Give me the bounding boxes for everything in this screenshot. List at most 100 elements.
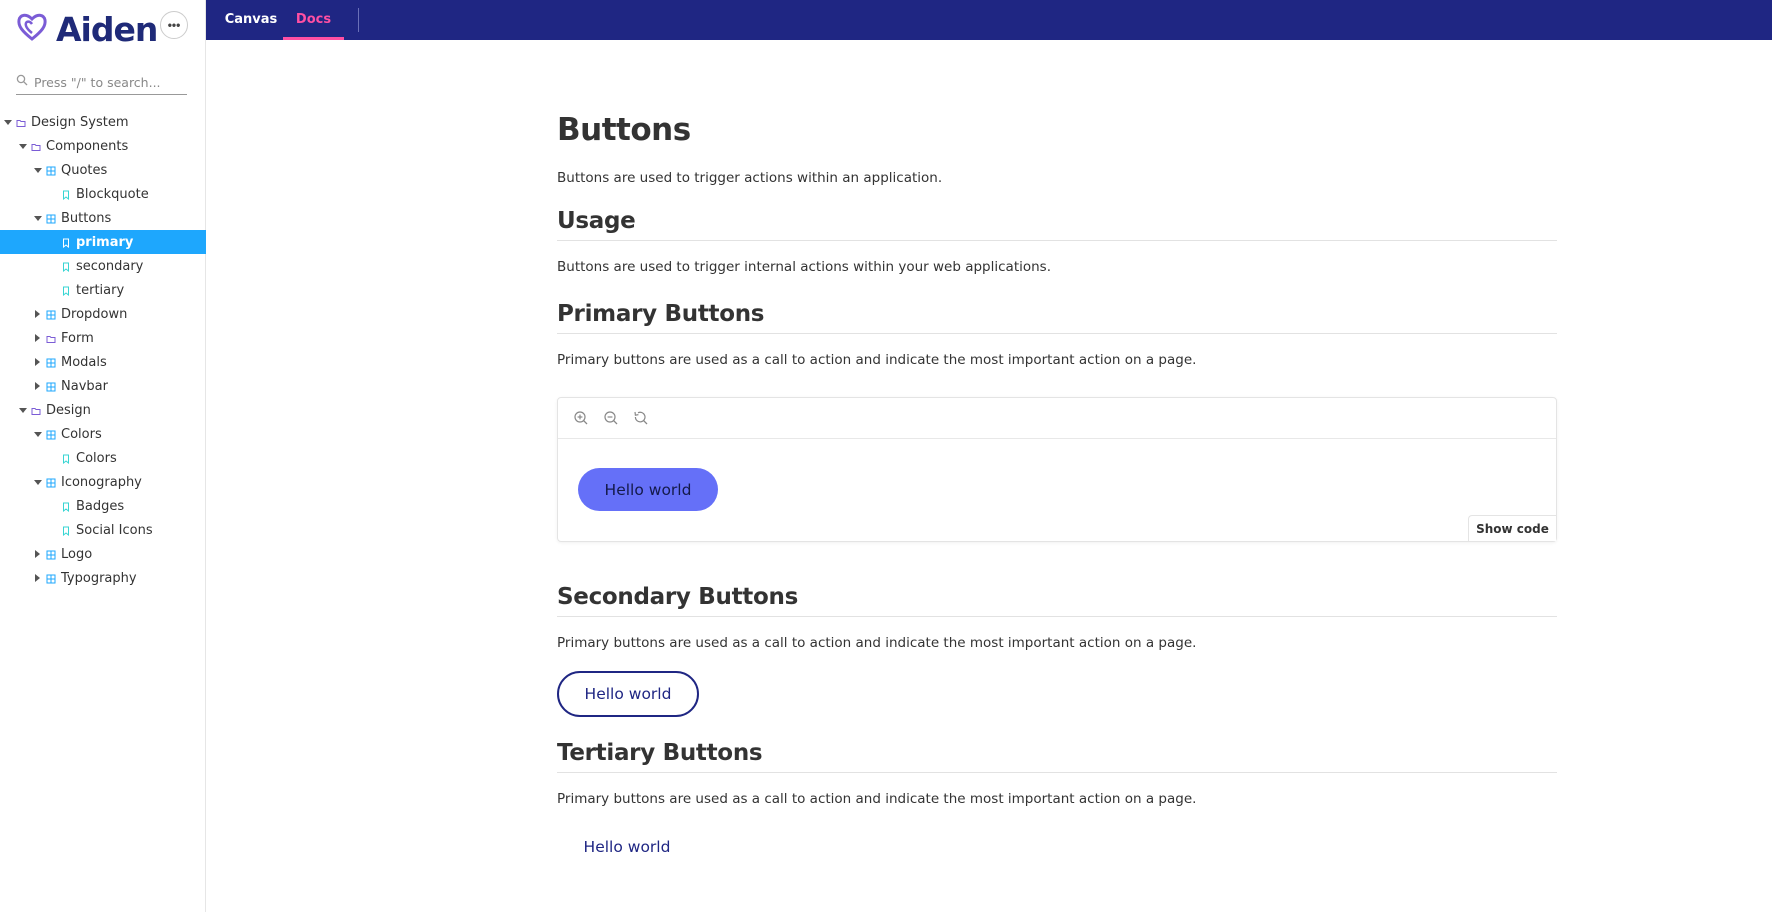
component-icon <box>46 429 56 440</box>
folder-icon <box>16 117 26 127</box>
more-options-button[interactable]: ••• <box>160 11 188 39</box>
caret-right-icon[interactable] <box>35 310 40 318</box>
sidebar-item-components[interactable]: Components <box>0 134 206 158</box>
ellipsis-icon: ••• <box>167 18 181 32</box>
sidebar-item-label: Blockquote <box>76 186 149 202</box>
primary-text: Primary buttons are used as a call to ac… <box>557 352 1197 368</box>
folder-icon <box>31 405 41 415</box>
caret-down-icon[interactable] <box>19 408 27 413</box>
sidebar-item-label: tertiary <box>76 282 125 298</box>
bookmark-icon <box>61 189 71 201</box>
sidebar-item-design-system[interactable]: Design System <box>0 110 206 134</box>
secondary-text: Primary buttons are used as a call to ac… <box>557 635 1197 651</box>
caret-right-icon[interactable] <box>35 550 40 558</box>
sidebar-item-colors[interactable]: Colors <box>0 422 206 446</box>
bookmark-icon <box>61 285 71 297</box>
sidebar-item-label: Form <box>61 330 94 346</box>
secondary-hello-world-button[interactable]: Hello world <box>557 671 699 717</box>
sidebar-item-label: secondary <box>76 258 144 274</box>
zoom-out-icon[interactable] <box>603 410 619 426</box>
sidebar-item-label: Buttons <box>61 210 112 226</box>
sidebar-item-modals[interactable]: Modals <box>0 350 206 374</box>
caret-down-icon[interactable] <box>34 216 42 221</box>
caret-down-icon[interactable] <box>19 144 27 149</box>
sidebar-item-dropdown[interactable]: Dropdown <box>0 302 206 326</box>
sidebar-item-label: Design System <box>31 114 129 130</box>
story-preview: Hello world Show code <box>557 397 1557 542</box>
component-icon <box>46 381 56 392</box>
page-title: Buttons <box>557 112 691 148</box>
caret-down-icon[interactable] <box>34 168 42 173</box>
usage-heading: Usage <box>557 208 1557 241</box>
component-icon <box>46 573 56 584</box>
component-icon <box>46 165 56 176</box>
sidebar-item-label: Logo <box>61 546 93 562</box>
sidebar-item-label: Design <box>46 402 91 418</box>
tab-docs[interactable]: Docs <box>283 0 344 40</box>
sidebar-item-label: Modals <box>61 354 107 370</box>
zoom-in-icon[interactable] <box>573 410 589 426</box>
caret-down-icon[interactable] <box>34 432 42 437</box>
caret-right-icon[interactable] <box>35 574 40 582</box>
secondary-heading: Secondary Buttons <box>557 584 1557 617</box>
sidebar-item-label: Dropdown <box>61 306 128 322</box>
component-icon <box>46 549 56 560</box>
sidebar-item-secondary[interactable]: secondary <box>0 254 206 278</box>
sidebar-item-tertiary[interactable]: tertiary <box>0 278 206 302</box>
caret-right-icon[interactable] <box>35 334 40 342</box>
sidebar-item-blockquote[interactable]: Blockquote <box>0 182 206 206</box>
folder-icon <box>46 333 56 343</box>
intro-text: Buttons are used to trigger actions with… <box>557 170 943 186</box>
search-field[interactable] <box>16 70 187 95</box>
sidebar-item-label: Typography <box>61 570 137 586</box>
sidebar-item-quotes[interactable]: Quotes <box>0 158 206 182</box>
sidebar-item-primary[interactable]: primary <box>0 230 206 254</box>
usage-text: Buttons are used to trigger internal act… <box>557 259 1052 275</box>
component-icon <box>46 309 56 320</box>
bookmark-icon <box>61 453 71 465</box>
component-icon <box>46 477 56 488</box>
sidebar: Aiden ••• Design System Components Quotes B… <box>0 0 206 912</box>
bookmark-icon <box>61 501 71 513</box>
sidebar-item-label: Quotes <box>61 162 108 178</box>
show-code-button[interactable]: Show code <box>1468 515 1556 541</box>
caret-down-icon[interactable] <box>34 480 42 485</box>
component-icon <box>46 213 56 224</box>
sidebar-item-label: Navbar <box>61 378 108 394</box>
tertiary-text: Primary buttons are used as a call to ac… <box>557 791 1197 807</box>
search-input[interactable] <box>34 74 184 90</box>
caret-down-icon[interactable] <box>4 120 12 125</box>
sidebar-tree: Design System Components Quotes Blockquote B… <box>0 110 206 590</box>
sidebar-item-design[interactable]: Design <box>0 398 206 422</box>
sidebar-item-label: Iconography <box>61 474 142 490</box>
sidebar-item-label: Colors <box>61 426 102 442</box>
tertiary-hello-world-button[interactable]: Hello world <box>557 827 697 867</box>
caret-right-icon[interactable] <box>35 358 40 366</box>
heart-icon <box>16 11 48 48</box>
brand[interactable]: Aiden <box>16 10 158 49</box>
sidebar-item-buttons[interactable]: Buttons <box>0 206 206 230</box>
brand-name: Aiden <box>56 10 158 49</box>
sidebar-item-typography[interactable]: Typography <box>0 566 206 590</box>
bookmark-icon <box>61 237 71 249</box>
primary-hello-world-button[interactable]: Hello world <box>578 468 718 511</box>
component-icon <box>46 357 56 368</box>
caret-right-icon[interactable] <box>35 382 40 390</box>
zoom-reset-icon[interactable] <box>633 410 649 426</box>
sidebar-item-colors[interactable]: Colors <box>0 446 206 470</box>
sidebar-item-social-icons[interactable]: Social Icons <box>0 518 206 542</box>
sidebar-item-navbar[interactable]: Navbar <box>0 374 206 398</box>
primary-heading: Primary Buttons <box>557 301 1557 334</box>
sidebar-item-form[interactable]: Form <box>0 326 206 350</box>
sidebar-item-badges[interactable]: Badges <box>0 494 206 518</box>
sidebar-item-logo[interactable]: Logo <box>0 542 206 566</box>
bookmark-icon <box>61 525 71 537</box>
search-icon <box>16 73 28 91</box>
sidebar-item-label: Social Icons <box>76 522 153 538</box>
tab-canvas[interactable]: Canvas <box>222 0 280 40</box>
top-toolbar: Canvas Docs <box>206 0 1772 40</box>
tertiary-heading: Tertiary Buttons <box>557 740 1557 773</box>
toolbar-divider <box>358 8 359 32</box>
sidebar-item-iconography[interactable]: Iconography <box>0 470 206 494</box>
bookmark-icon <box>61 261 71 273</box>
